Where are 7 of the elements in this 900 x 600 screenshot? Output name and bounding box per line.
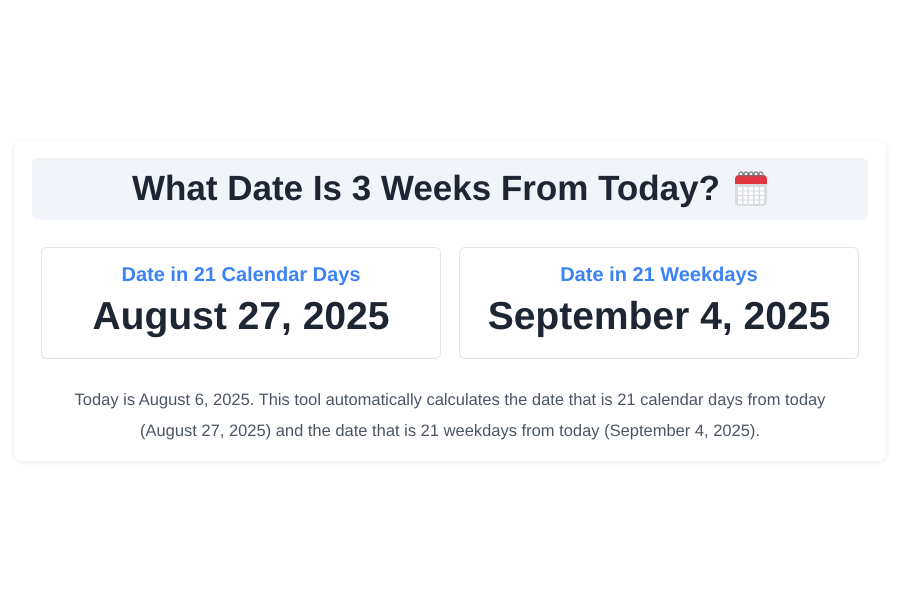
result-label: Date in 21 Calendar Days [122,264,360,287]
calendar-icon [734,171,768,207]
result-date: September 4, 2025 [488,295,830,339]
description-text: Today is August 6, 2025. This tool automatically calculates the date that is 21 calendar days from today (August 27, 2025) and the date that is 21 weekdays from today (September 4, 2025). [74,390,826,442]
result-label: Date in 21 Weekdays [560,264,758,287]
result-date: August 27, 2025 [92,295,390,339]
page-title: What Date Is 3 Weeks From Today? [132,169,720,209]
